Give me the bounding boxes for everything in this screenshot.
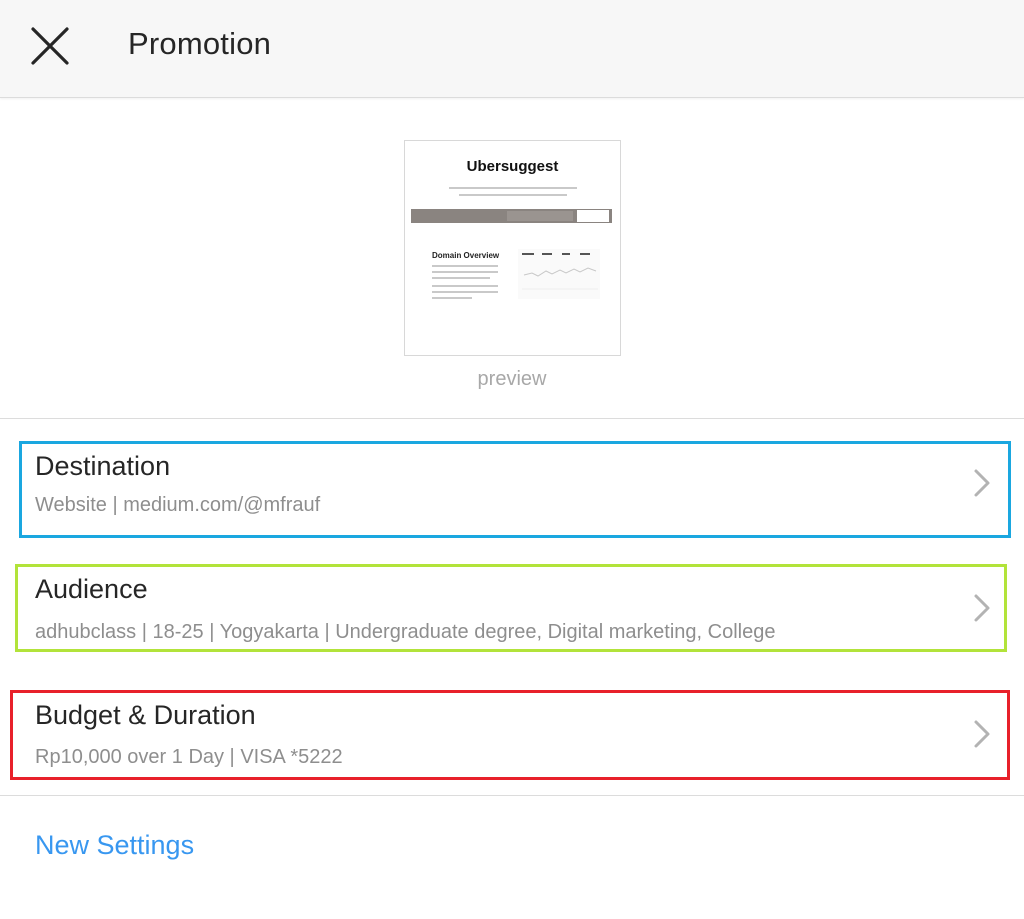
preview-text-line bbox=[432, 297, 472, 299]
chevron-right-icon bbox=[974, 469, 990, 497]
page-title: Promotion bbox=[128, 26, 272, 61]
destination-row[interactable]: Destination Website | medium.com/@mfrauf bbox=[0, 441, 1024, 538]
preview-text-line bbox=[432, 271, 498, 273]
preview-text-line bbox=[432, 285, 498, 287]
preview-search-dropdown bbox=[507, 211, 573, 221]
divider bbox=[0, 795, 1024, 796]
destination-title: Destination bbox=[35, 451, 171, 481]
budget-duration-subtitle: Rp10,000 over 1 Day | VISA *5222 bbox=[35, 746, 343, 768]
destination-subtitle: Website | medium.com/@mfrauf bbox=[35, 494, 321, 516]
chevron-right-icon bbox=[974, 594, 990, 622]
divider bbox=[0, 418, 1024, 419]
audience-subtitle: adhubclass | 18-25 | Yogyakarta | Underg… bbox=[35, 621, 776, 643]
audience-row[interactable]: Audience adhubclass | 18-25 | Yogyakarta… bbox=[0, 564, 1024, 652]
ad-preview-thumbnail[interactable]: Ubersuggest Domain Overview bbox=[404, 140, 621, 356]
preview-text-line bbox=[459, 194, 567, 196]
preview-text-line bbox=[432, 291, 498, 293]
preview-subheading: Domain Overview bbox=[432, 251, 500, 260]
close-button[interactable] bbox=[26, 22, 74, 70]
close-icon bbox=[31, 27, 69, 65]
budget-duration-title: Budget & Duration bbox=[35, 700, 256, 730]
preview-label: preview bbox=[477, 368, 547, 390]
audience-title: Audience bbox=[35, 574, 148, 604]
preview-thumbnail-title: Ubersuggest bbox=[466, 158, 559, 175]
preview-text-line bbox=[432, 277, 490, 279]
preview-search-button bbox=[577, 210, 609, 222]
preview-text-line bbox=[449, 187, 577, 189]
chevron-right-icon bbox=[974, 720, 990, 748]
new-settings-link[interactable]: New Settings bbox=[35, 830, 194, 861]
preview-chart-graphic bbox=[518, 249, 600, 299]
top-bar: Promotion bbox=[0, 0, 1024, 98]
preview-text-line bbox=[432, 265, 498, 267]
budget-duration-row[interactable]: Budget & Duration Rp10,000 over 1 Day | … bbox=[0, 690, 1024, 780]
